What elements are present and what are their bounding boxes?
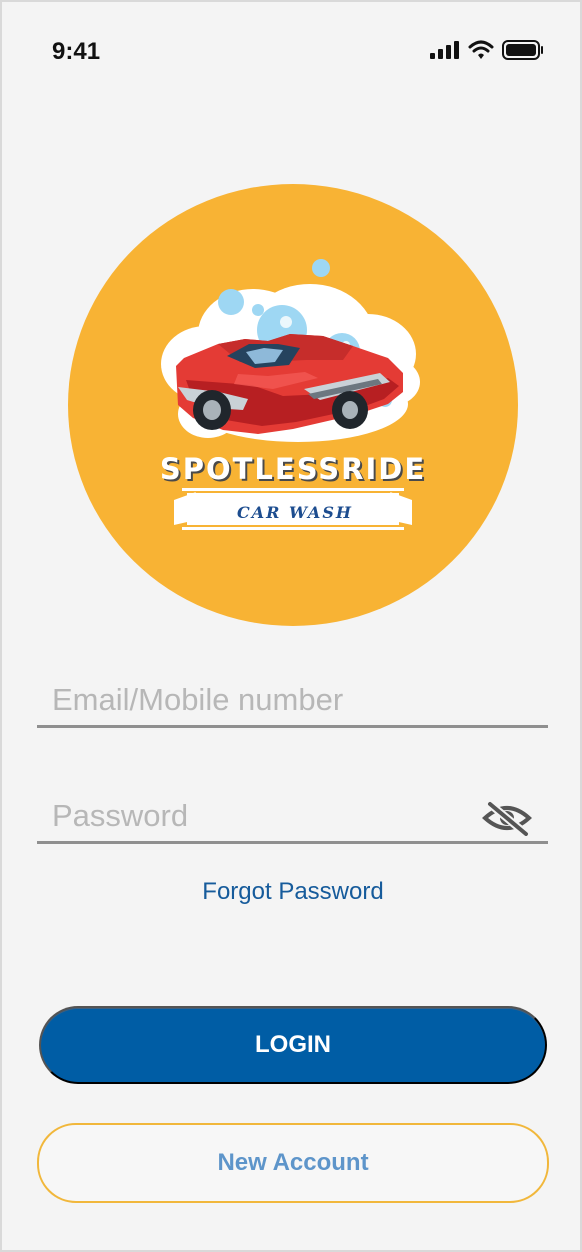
status-icons [430,38,544,62]
email-field-container [37,674,548,728]
signal-icon [430,41,459,59]
phone-screen: 9:41 SPOTLESSRIDE CAR WASH Email/Mobile … [0,0,582,1252]
status-time: 9:41 [52,38,101,65]
eye-slash-icon[interactable] [481,800,533,836]
brand-subtitle: CAR WASH [236,503,354,522]
status-bar: 9:41 [2,2,580,102]
password-input[interactable] [52,790,472,842]
login-button[interactable]: LOGIN [39,1006,547,1084]
brand-name: SPOTLESSRIDE [159,452,427,486]
new-account-button[interactable]: New Account [37,1123,549,1203]
logo-circle: SPOTLESSRIDE CAR WASH [68,184,518,626]
car-wash-logo-graphic [161,259,420,530]
wifi-icon [468,40,494,59]
password-field-container [37,790,548,844]
battery-icon [502,40,543,60]
forgot-password-link[interactable]: Forgot Password [2,878,582,906]
email-input[interactable] [52,674,472,726]
